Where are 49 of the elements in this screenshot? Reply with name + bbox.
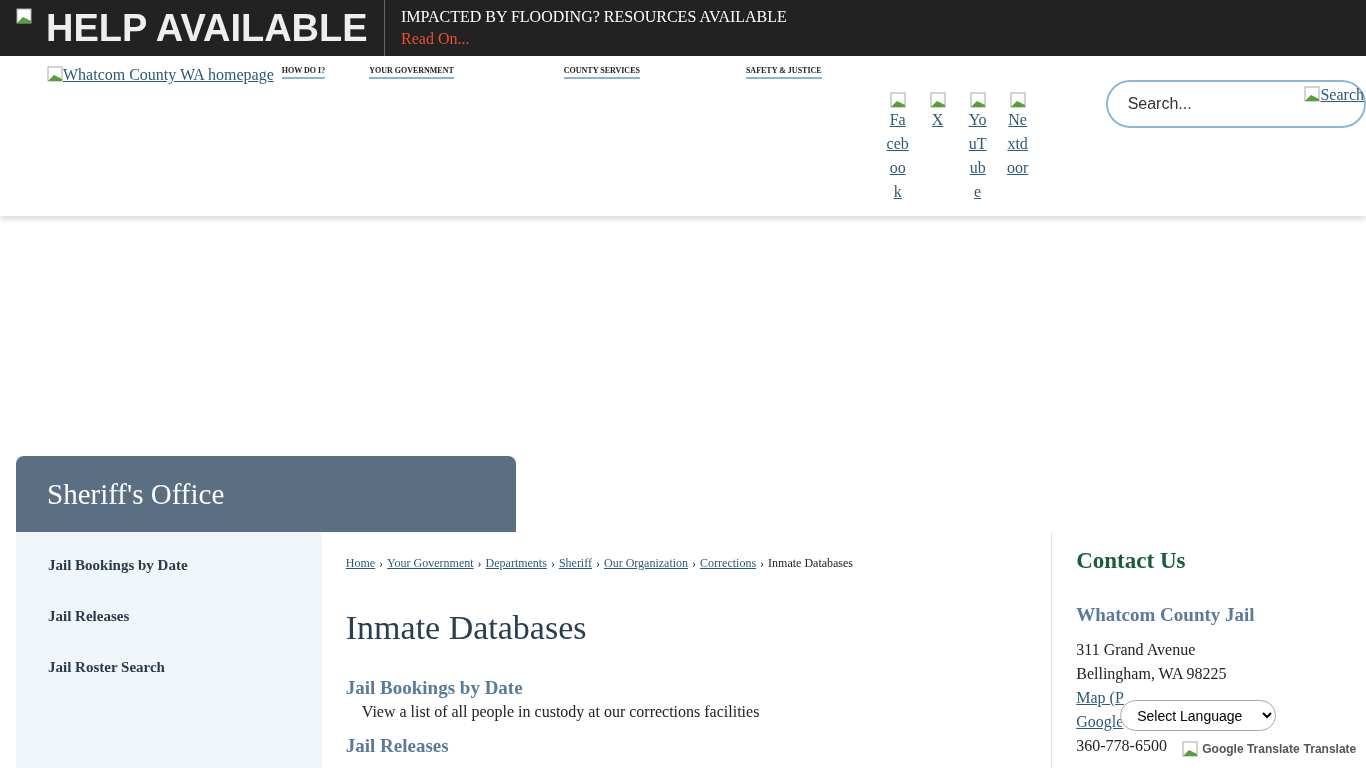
section-description: View a list of all people in custody at our corrections facilities [360, 703, 761, 721]
search-link[interactable]: Search [1320, 86, 1364, 104]
social-link[interactable]: Nextdoor [1006, 108, 1030, 180]
broken-image-icon [1304, 86, 1321, 102]
broken-image-icon [889, 92, 906, 108]
breadcrumb-separator: › [379, 556, 384, 571]
breadcrumb-current: Inmate Databases [768, 556, 854, 571]
alert-title: HELP AVAILABLE [46, 6, 368, 50]
breadcrumb-link[interactable]: Your Government [387, 556, 474, 571]
alert-headline: IMPACTED BY FLOODING? RESOURCES AVAILABLE [401, 8, 787, 26]
broken-image-icon [47, 66, 63, 82]
nav-link[interactable]: COUNTY SERVICES [563, 66, 640, 79]
breadcrumb-separator: › [477, 556, 482, 571]
breadcrumb-link[interactable]: Our Organization [604, 556, 689, 571]
sidebar-item[interactable]: Jail Roster Search [48, 658, 322, 677]
breadcrumb-separator: › [692, 556, 697, 571]
social-link[interactable]: Facebook [886, 108, 910, 204]
nav-link[interactable]: SAFETY & JUSTICE [745, 66, 822, 79]
section-link[interactable]: Jail Releases [345, 735, 449, 756]
breadcrumb-link[interactable]: Sheriff [558, 556, 592, 571]
broken-image-icon [969, 92, 986, 108]
phone-number: 360-778-6500 [1076, 736, 1167, 756]
breadcrumb-separator: › [760, 556, 765, 571]
translate-logo-alt: Google Translate [1202, 742, 1300, 756]
page-title: Inmate Databases [345, 609, 588, 647]
breadcrumb-link[interactable]: Corrections [700, 556, 757, 571]
breadcrumb-separator: › [596, 556, 600, 571]
social-link[interactable]: X [926, 108, 950, 132]
search-field[interactable]: Search... Search [1105, 80, 1366, 128]
contact-heading: Contact Us [1076, 548, 1187, 574]
broken-image-icon [929, 92, 946, 108]
broken-image-icon [16, 8, 32, 24]
broken-image-icon [1182, 741, 1199, 757]
read-on-link[interactable]: Read On... [401, 30, 787, 48]
breadcrumb-link[interactable]: Departments [485, 556, 547, 571]
nav-link[interactable]: HOW DO I? [281, 66, 326, 79]
social-link[interactable]: YouTube [966, 108, 990, 204]
breadcrumb-separator: › [550, 556, 555, 571]
breadcrumb-link[interactable]: Home [345, 556, 376, 571]
broken-image-icon [1009, 92, 1026, 108]
sidebar-item[interactable]: Jail Bookings by Date [48, 556, 322, 575]
section-link[interactable]: Jail Bookings by Date [345, 677, 523, 698]
sidebar-item[interactable]: Jail Releases [48, 607, 322, 626]
banner-title: Sheriff's Office [47, 477, 225, 511]
address-line: Bellingham, WA 98225 [1076, 664, 1227, 685]
contact-name: Whatcom County Jail [1076, 604, 1256, 626]
nav-link[interactable]: YOUR GOVERNMENT [369, 66, 454, 79]
address-line: 311 Grand Avenue [1076, 640, 1196, 660]
translate-label: Translate [1303, 742, 1357, 756]
